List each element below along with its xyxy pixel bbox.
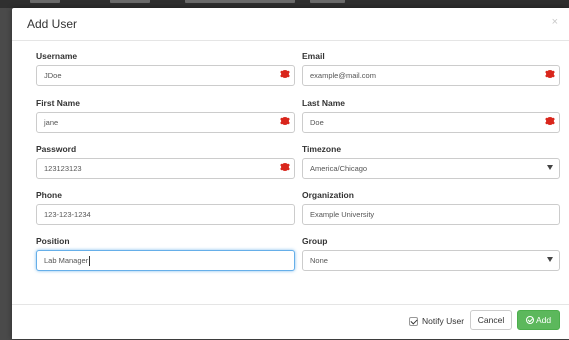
organization-field[interactable]: Example University [302, 204, 560, 225]
group-select[interactable]: None [302, 250, 560, 271]
asterisk-icon [546, 117, 554, 125]
username-value: JDoe [44, 71, 62, 80]
username-field[interactable]: JDoe [36, 65, 295, 86]
modal-title: Add User [27, 17, 78, 31]
asterisk-icon [281, 163, 289, 171]
add-user-modal: Add User × Username JDoe Email example@m… [12, 8, 569, 339]
modal-header: Add User × [12, 8, 569, 41]
password-label: Password [36, 144, 77, 154]
asterisk-icon [281, 70, 289, 78]
notify-user-checkbox[interactable] [409, 316, 418, 326]
password-field[interactable]: 123123123 [36, 158, 295, 179]
add-button-label: Add [535, 315, 552, 325]
timezone-label: Timezone [302, 144, 342, 154]
first-name-field[interactable]: jane [36, 112, 295, 133]
organization-value: Example University [310, 210, 375, 219]
email-value: example@mail.com [310, 71, 376, 80]
position-label: Position [36, 236, 70, 246]
close-icon[interactable]: × [552, 16, 558, 28]
phone-label: Phone [36, 190, 62, 200]
timezone-select[interactable]: America/Chicago [302, 158, 560, 179]
password-value: 123123123 [44, 164, 82, 173]
group-label: Group [302, 236, 328, 246]
position-field[interactable]: Lab Manager [36, 250, 295, 271]
timezone-value: America/Chicago [310, 164, 368, 173]
background-page-header [0, 0, 569, 8]
caret-down-icon [547, 165, 553, 170]
email-field[interactable]: example@mail.com [302, 65, 560, 86]
last-name-field[interactable]: Doe [302, 112, 560, 133]
last-name-label: Last Name [302, 98, 345, 108]
cancel-button[interactable]: Cancel [470, 310, 512, 330]
notify-user-toggle[interactable]: Notify User [409, 314, 464, 328]
position-value: Lab Manager [44, 256, 89, 265]
email-label: Email [302, 51, 325, 61]
add-button[interactable]: Add [517, 310, 560, 330]
phone-value: 123-123-1234 [44, 210, 91, 219]
first-name-value: jane [44, 118, 59, 127]
text-cursor [89, 256, 91, 267]
notify-user-label: Notify User [422, 316, 465, 326]
group-value: None [310, 256, 328, 265]
organization-label: Organization [302, 190, 354, 200]
check-circle-icon [525, 316, 534, 324]
phone-field[interactable]: 123-123-1234 [36, 204, 295, 225]
username-label: Username [36, 51, 78, 61]
asterisk-icon [546, 70, 554, 78]
caret-down-icon [547, 257, 553, 262]
asterisk-icon [281, 117, 289, 125]
first-name-label: First Name [36, 98, 80, 108]
last-name-value: Doe [310, 118, 324, 127]
modal-footer: Notify User Cancel Add [12, 304, 569, 340]
